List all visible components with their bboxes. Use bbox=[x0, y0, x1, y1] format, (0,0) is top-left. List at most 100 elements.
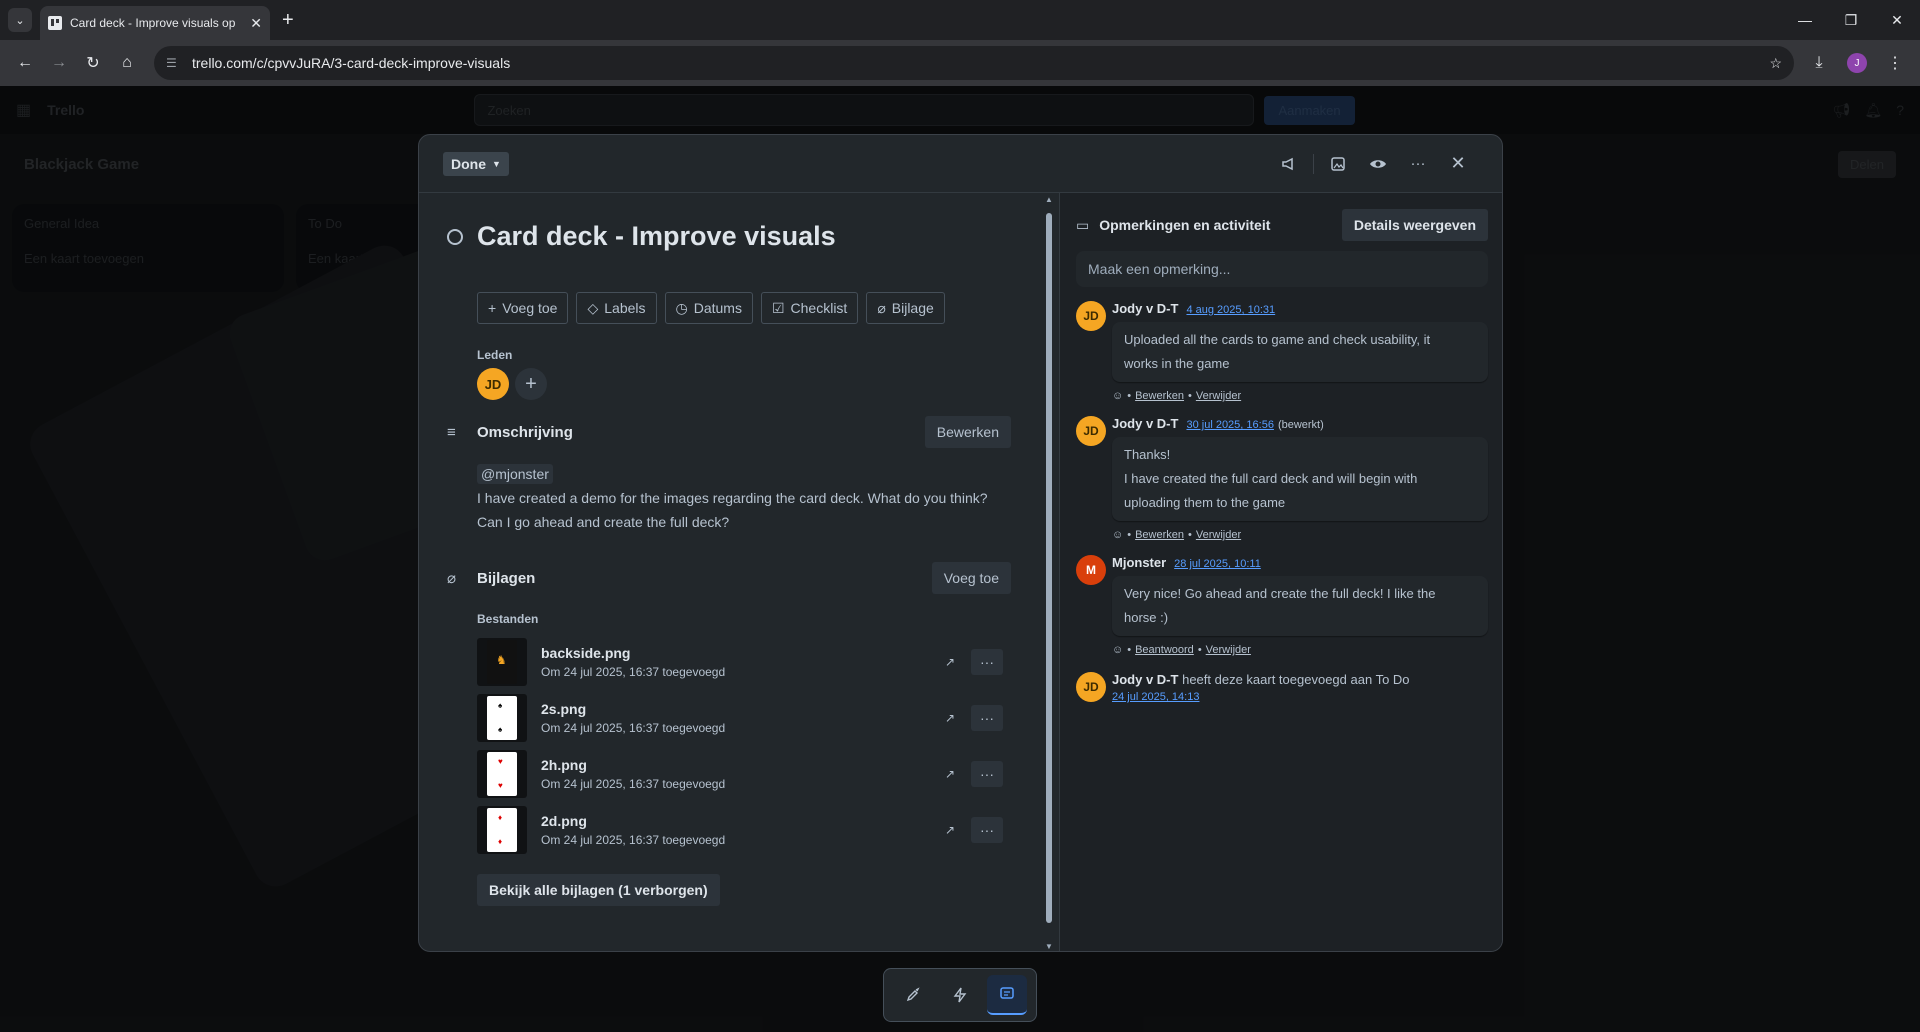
scroll-down-icon[interactable]: ▼ bbox=[1045, 942, 1053, 951]
profile-avatar: J bbox=[1847, 53, 1867, 73]
add-button[interactable]: + Voeg toe bbox=[477, 292, 569, 324]
view-all-attachments-button[interactable]: Bekijk alle bijlagen (1 verborgen) bbox=[477, 874, 720, 906]
comment-date-link[interactable]: 28 jul 2025, 10:11 bbox=[1174, 558, 1261, 570]
attachment-name[interactable]: 2s.png bbox=[541, 701, 935, 717]
activity-author[interactable]: Jody v D-T bbox=[1112, 672, 1178, 687]
attachment-more-button[interactable]: ··· bbox=[971, 649, 1003, 675]
comment-author[interactable]: Mjonster bbox=[1112, 555, 1166, 570]
mention-chip[interactable]: @mjonster bbox=[477, 464, 553, 484]
comment-line: I have created the full card deck and wi… bbox=[1124, 471, 1418, 486]
attachment-button[interactable]: ⌀ Bijlage bbox=[866, 292, 945, 324]
attachment-name[interactable]: 2d.png bbox=[541, 813, 935, 829]
description-text[interactable]: @mjonster I have created a demo for the … bbox=[477, 462, 1011, 534]
minimize-icon[interactable]: — bbox=[1782, 0, 1828, 40]
attachment-meta: Om 24 jul 2025, 16:37 toegevoegd bbox=[541, 777, 726, 791]
member-avatar[interactable]: JD bbox=[477, 368, 509, 400]
attachment-thumbnail[interactable]: ♞ bbox=[477, 638, 527, 686]
activity-date-link[interactable]: 24 jul 2025, 14:13 bbox=[1112, 691, 1410, 703]
comment-author[interactable]: Jody v D-T bbox=[1112, 301, 1178, 316]
activity-avatar[interactable]: JD bbox=[1076, 672, 1106, 702]
new-tab-button[interactable]: + bbox=[282, 9, 294, 32]
labels-button[interactable]: ◇ Labels bbox=[576, 292, 657, 324]
profile-button[interactable]: J bbox=[1840, 46, 1874, 80]
open-external-icon[interactable]: ↗ bbox=[935, 655, 965, 669]
comment-avatar[interactable]: JD bbox=[1076, 301, 1106, 331]
tab-close-icon[interactable]: ✕ bbox=[250, 15, 262, 32]
power-ups-icon[interactable] bbox=[893, 975, 933, 1015]
tab-search-button[interactable]: ⌄ bbox=[8, 8, 32, 32]
list-status-dropdown[interactable]: Done ▼ bbox=[443, 151, 509, 176]
attachment-item[interactable]: ♞ backside.png Om 24 jul 2025, 16:37 toe… bbox=[477, 634, 1011, 690]
browser-tab[interactable]: Card deck - Improve visuals op ✕ bbox=[40, 6, 270, 40]
attachment-item[interactable]: ♠ ♠ 2s.png Om 24 jul 2025, 16:37 toegevoe… bbox=[477, 690, 1011, 746]
scroll-up-icon[interactable]: ▲ bbox=[1045, 195, 1053, 204]
delete-comment-link[interactable]: Verwijder bbox=[1196, 529, 1241, 541]
reply-comment-link[interactable]: Beantwoord bbox=[1135, 644, 1194, 656]
site-info-icon[interactable]: ☰ bbox=[166, 56, 182, 70]
open-external-icon[interactable]: ↗ bbox=[935, 711, 965, 725]
home-button[interactable]: ⌂ bbox=[110, 46, 144, 80]
attachment-thumbnail[interactable]: ♦ ♦ bbox=[477, 806, 527, 854]
edit-comment-link[interactable]: Bewerken bbox=[1135, 529, 1184, 541]
download-icon[interactable]: ⤓ bbox=[1802, 46, 1836, 80]
attachment-more-button[interactable]: ··· bbox=[971, 761, 1003, 787]
comments-toggle-icon[interactable] bbox=[986, 975, 1027, 1015]
add-reaction-icon[interactable]: ☺ bbox=[1112, 390, 1123, 402]
show-details-button[interactable]: Details weergeven bbox=[1341, 209, 1488, 241]
delete-comment-link[interactable]: Verwijder bbox=[1206, 644, 1251, 656]
chevron-down-icon: ▼ bbox=[492, 158, 501, 169]
back-button[interactable]: ← bbox=[8, 46, 42, 80]
automation-bolt-icon[interactable] bbox=[940, 975, 980, 1015]
cover-image-icon[interactable] bbox=[1318, 148, 1358, 180]
megaphone-icon[interactable] bbox=[1269, 148, 1309, 180]
trello-favicon-icon bbox=[48, 16, 62, 30]
add-member-button[interactable]: + bbox=[515, 368, 547, 400]
comment-avatar[interactable]: M bbox=[1076, 555, 1106, 585]
add-reaction-icon[interactable]: ☺ bbox=[1112, 529, 1123, 541]
watch-eye-icon[interactable] bbox=[1358, 148, 1398, 180]
scrollbar[interactable]: ▲ ▼ bbox=[1045, 195, 1053, 951]
edit-comment-link[interactable]: Bewerken bbox=[1135, 390, 1184, 402]
checklist-button[interactable]: ☑ Checklist bbox=[760, 292, 859, 324]
horse-card-back-image: ♞ bbox=[487, 640, 517, 684]
paperclip-icon: ⌀ bbox=[877, 299, 886, 316]
complete-toggle[interactable] bbox=[447, 228, 463, 245]
open-external-icon[interactable]: ↗ bbox=[935, 823, 965, 837]
more-options-icon[interactable]: ··· bbox=[1398, 148, 1438, 180]
dates-button[interactable]: ◷ Datums bbox=[664, 292, 753, 324]
tab-title: Card deck - Improve visuals op bbox=[70, 16, 236, 30]
comment-date-link[interactable]: 4 aug 2025, 10:31 bbox=[1186, 304, 1275, 316]
card-title[interactable]: Card deck - Improve visuals bbox=[477, 221, 836, 252]
reload-button[interactable]: ↻ bbox=[76, 46, 110, 80]
scrollbar-thumb[interactable] bbox=[1046, 213, 1052, 923]
comment-author[interactable]: Jody v D-T bbox=[1112, 416, 1178, 431]
window-controls: — ❐ ✕ bbox=[1782, 0, 1920, 40]
attachment-name[interactable]: 2h.png bbox=[541, 757, 935, 773]
attachment-item[interactable]: ♥ ♥ 2h.png Om 24 jul 2025, 16:37 toegevoe… bbox=[477, 746, 1011, 802]
browser-menu-icon[interactable]: ⋮ bbox=[1878, 46, 1912, 80]
forward-button[interactable]: → bbox=[42, 46, 76, 80]
add-attachment-button[interactable]: Voeg toe bbox=[931, 562, 1011, 594]
add-reaction-icon[interactable]: ☺ bbox=[1112, 644, 1123, 656]
attachment-more-button[interactable]: ··· bbox=[971, 705, 1003, 731]
status-label: Done bbox=[451, 155, 486, 172]
comment-date-link[interactable]: 30 jul 2025, 16:56 bbox=[1186, 419, 1273, 431]
bookmark-star-icon[interactable]: ☆ bbox=[1769, 55, 1782, 72]
attachment-thumbnail[interactable]: ♥ ♥ bbox=[477, 750, 527, 798]
attachment-name[interactable]: backside.png bbox=[541, 645, 935, 661]
clock-icon: ◷ bbox=[675, 299, 688, 316]
address-bar[interactable]: ☰ trello.com/c/cpvvJuRA/3-card-deck-impr… bbox=[154, 46, 1794, 80]
attachment-more-button[interactable]: ··· bbox=[971, 817, 1003, 843]
window-close-icon[interactable]: ✕ bbox=[1874, 0, 1920, 40]
comment-input[interactable]: Maak een opmerking... bbox=[1076, 251, 1488, 287]
attachment-thumbnail[interactable]: ♠ ♠ bbox=[477, 694, 527, 742]
edit-description-button[interactable]: Bewerken bbox=[924, 416, 1011, 448]
restore-icon[interactable]: ❐ bbox=[1828, 0, 1874, 40]
open-external-icon[interactable]: ↗ bbox=[935, 767, 965, 781]
delete-comment-link[interactable]: Verwijder bbox=[1196, 390, 1241, 402]
comment-avatar[interactable]: JD bbox=[1076, 416, 1106, 446]
attachments-title: Bijlagen bbox=[477, 569, 536, 587]
attachment-item[interactable]: ♦ ♦ 2d.png Om 24 jul 2025, 16:37 toegevoe… bbox=[477, 802, 1011, 858]
activity-title: Opmerkingen en activiteit bbox=[1099, 217, 1271, 233]
close-icon[interactable]: ✕ bbox=[1438, 148, 1478, 180]
